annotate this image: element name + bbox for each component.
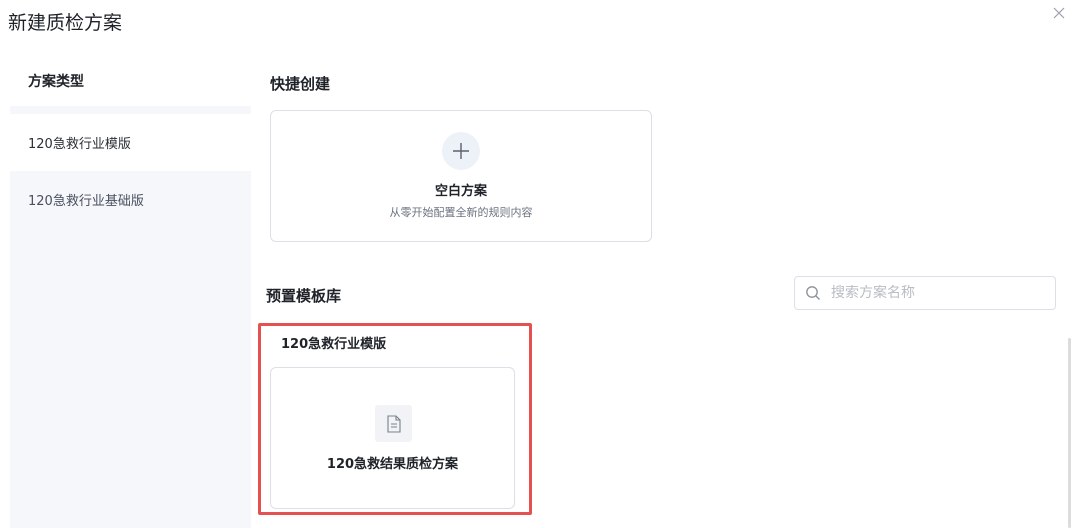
sidebar-header: 方案类型 — [10, 56, 251, 106]
scrollbar[interactable] — [1068, 338, 1071, 528]
sidebar-divider — [10, 106, 251, 114]
close-icon[interactable] — [1050, 4, 1068, 22]
search-icon — [806, 286, 820, 300]
search-box[interactable] — [794, 276, 1056, 310]
template-card[interactable]: 120急救结果质检方案 — [270, 367, 515, 509]
search-input[interactable] — [829, 284, 1043, 302]
blank-plan-title: 空白方案 — [434, 184, 487, 199]
sidebar-item-120-basic[interactable]: 120急救行业基础版 — [10, 171, 251, 228]
plus-icon — [453, 143, 469, 159]
blank-plan-card[interactable]: 空白方案 从零开始配置全新的规则内容 — [270, 110, 652, 242]
document-icon — [386, 414, 401, 433]
document-tile — [375, 405, 412, 442]
sidebar-item-120-template[interactable]: 120急救行业模版 — [10, 114, 251, 171]
page-title: 新建质检方案 — [8, 12, 123, 34]
template-name: 120急救结果质检方案 — [326, 457, 459, 472]
template-library-title: 预置模板库 — [266, 287, 342, 305]
quick-create-title: 快捷创建 — [270, 75, 331, 93]
plus-circle — [442, 132, 480, 170]
sidebar: 方案类型 120急救行业模版 120急救行业基础版 — [10, 56, 251, 528]
blank-plan-description: 从零开始配置全新的规则内容 — [389, 206, 533, 219]
close-button[interactable] — [1050, 4, 1068, 22]
template-group-title: 120急救行业模版 — [281, 337, 387, 352]
sidebar-list: 120急救行业模版 120急救行业基础版 — [10, 114, 251, 528]
